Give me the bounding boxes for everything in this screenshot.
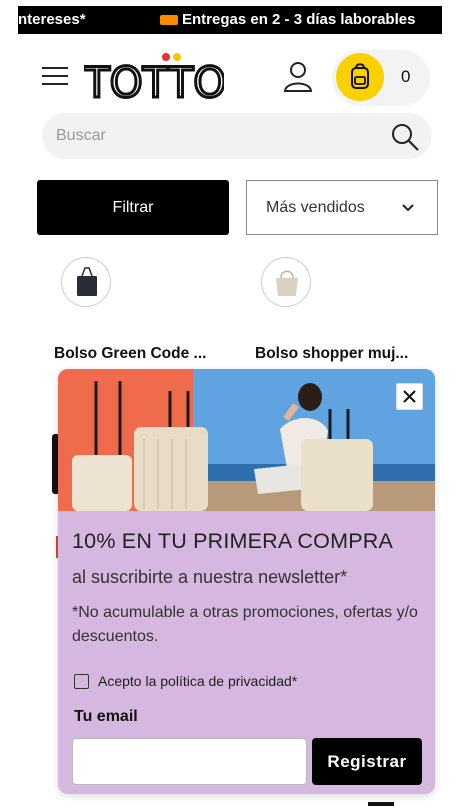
cart-count: 0 <box>401 67 411 86</box>
sort-selected-value: Más vendidos <box>266 198 365 216</box>
truck-icon <box>160 15 178 25</box>
email-label: Tu email <box>74 708 138 725</box>
hamburger-menu-icon[interactable] <box>42 67 68 87</box>
newsletter-popup: 10% EN TU PRIMERA COMPRA al suscribirte … <box>58 369 435 794</box>
delivery-text: Entregas en 2 - 3 días laborables <box>182 11 416 28</box>
announcement-bar: ntereses* Entregas en 2 - 3 días laborab… <box>18 6 442 34</box>
popup-subtitle: al suscribirte a nuestra newsletter* <box>72 567 348 587</box>
filter-button[interactable]: Filtrar <box>37 180 229 235</box>
cart-button[interactable]: 0 <box>332 50 430 106</box>
background-bar <box>368 802 394 806</box>
privacy-checkbox[interactable] <box>74 674 89 689</box>
popup-title: 10% EN TU PRIMERA COMPRA <box>72 529 394 553</box>
sort-select[interactable]: Más vendidos <box>246 180 438 235</box>
backpack-icon <box>336 53 384 101</box>
black-tote-swatch[interactable] <box>61 257 111 307</box>
search-bar <box>42 113 432 159</box>
product-title[interactable]: Bolso Green Code ... <box>54 345 206 363</box>
close-button[interactable] <box>396 383 423 410</box>
luggage-beach-photo <box>58 369 435 511</box>
svg-text:TOTTO: TOTTO <box>84 58 224 105</box>
chevron-down-icon <box>402 204 414 212</box>
register-button[interactable]: Registrar <box>312 738 422 785</box>
email-field[interactable] <box>72 738 307 785</box>
brand-logo[interactable]: TOTTO <box>84 49 224 105</box>
privacy-checkbox-label[interactable]: Acepto la política de privacidad* <box>98 673 297 689</box>
close-icon <box>403 390 416 403</box>
site-header: TOTTO 0 <box>0 45 475 109</box>
search-icon[interactable] <box>390 122 420 152</box>
beige-tote-swatch[interactable] <box>261 257 311 307</box>
user-icon[interactable] <box>280 59 316 95</box>
announcement-left-text: ntereses* <box>18 11 86 28</box>
announcement-delivery: Entregas en 2 - 3 días laborables <box>160 11 415 28</box>
search-input[interactable] <box>56 123 366 149</box>
popup-disclaimer: *No acumulable a otras promociones, ofer… <box>72 604 418 645</box>
product-title[interactable]: Bolso shopper muj... <box>255 345 408 363</box>
